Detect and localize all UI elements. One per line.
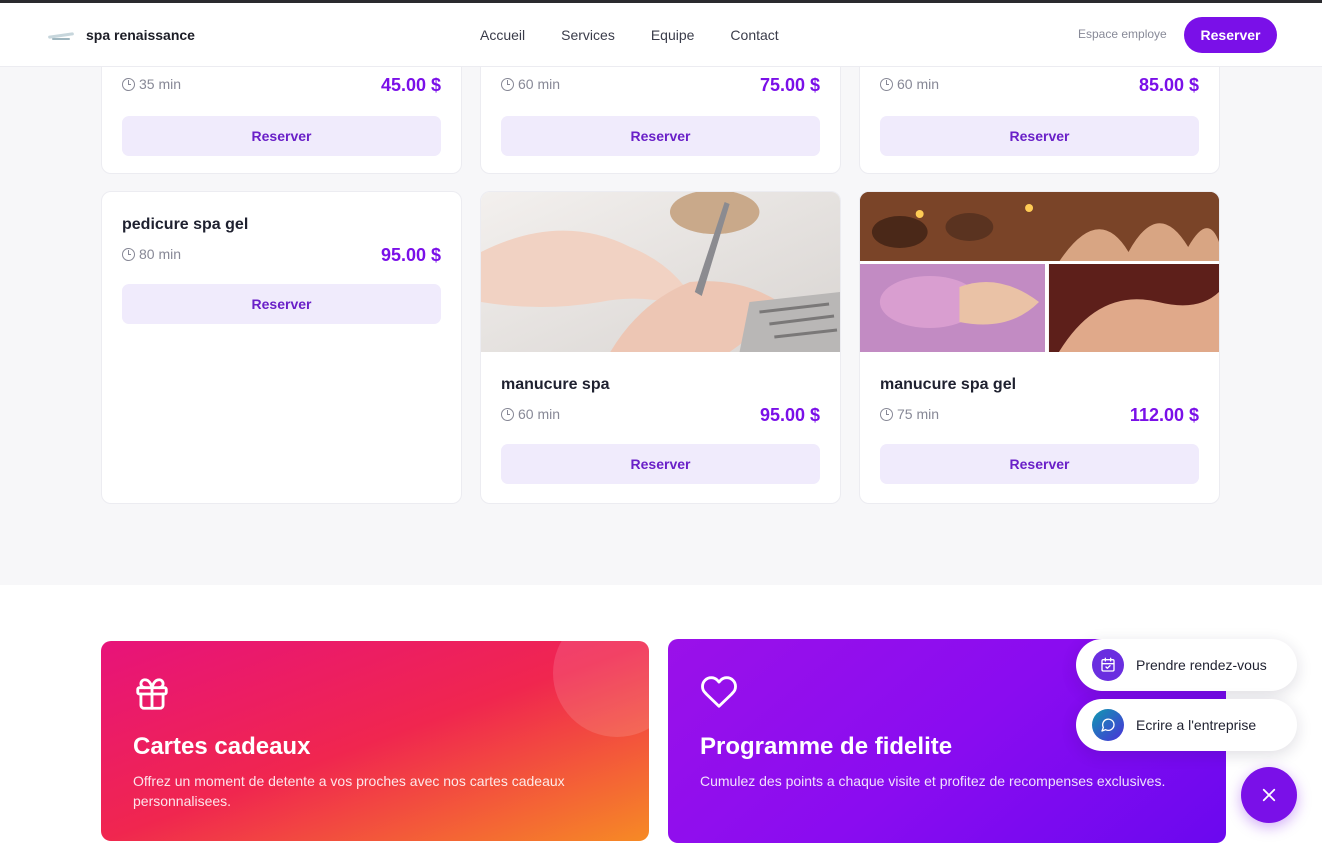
employee-space-link[interactable]: Espace employe	[1078, 27, 1167, 41]
service-card: manucure spa gel 75 min 112.00 $ Reserve…	[859, 191, 1220, 504]
brand[interactable]: spa renaissance	[47, 3, 195, 67]
loyalty-description: Cumulez des points a chaque visite et pr…	[700, 773, 1166, 789]
header-reserve-button[interactable]: Reserver	[1184, 17, 1277, 53]
reserve-service-button[interactable]: Reserver	[880, 116, 1199, 156]
service-title: manucure spa gel	[880, 376, 1017, 393]
reserve-service-button[interactable]: Reserver	[122, 284, 441, 324]
service-image	[481, 192, 840, 352]
book-appointment-label: Prendre rendez-vous	[1136, 657, 1267, 673]
nav-services[interactable]: Services	[561, 27, 615, 43]
service-image	[860, 192, 1219, 352]
nav-contact[interactable]: Contact	[730, 27, 778, 43]
service-price: 95.00 $	[759, 405, 820, 425]
book-appointment-action[interactable]: Prendre rendez-vous	[1076, 639, 1297, 691]
clock-icon	[122, 77, 135, 91]
brand-name: spa renaissance	[86, 27, 195, 43]
reserve-service-button[interactable]: Reserver	[501, 444, 820, 484]
service-duration: 80 min	[122, 246, 181, 262]
service-price: 112.00 $	[1129, 405, 1199, 425]
service-duration: 60 min	[501, 76, 560, 92]
service-duration: 60 min	[501, 406, 560, 422]
gift-card-promo[interactable]: Cartes cadeaux Offrez un moment de deten…	[101, 641, 649, 841]
nav-equipe[interactable]: Equipe	[651, 27, 695, 43]
close-icon	[1262, 788, 1276, 802]
main-nav: Accueil Services Equipe Contact	[480, 3, 779, 67]
service-card: manucure spa 60 min 95.00 $ Reserver	[480, 191, 841, 504]
calendar-check-icon	[1092, 649, 1124, 681]
close-floating-menu-button[interactable]	[1241, 767, 1297, 823]
service-price: 45.00 $	[380, 75, 441, 95]
message-business-label: Ecrire a l'entreprise	[1136, 717, 1257, 733]
service-price: 95.00 $	[380, 245, 441, 265]
service-title: manucure spa	[501, 376, 610, 393]
decorative-circle	[553, 641, 649, 737]
reserve-service-button[interactable]: Reserver	[501, 116, 820, 156]
loyalty-title: Programme de fidelite	[700, 733, 953, 760]
message-business-action[interactable]: Ecrire a l'entreprise	[1076, 699, 1297, 751]
service-title: pedicure spa gel	[122, 216, 249, 233]
gift-card-title: Cartes cadeaux	[133, 733, 311, 760]
clock-icon	[501, 77, 514, 91]
spa-logo	[47, 28, 75, 42]
service-price: 85.00 $	[1138, 75, 1199, 95]
reserve-service-button[interactable]: Reserver	[122, 116, 441, 156]
service-duration: 35 min	[122, 76, 181, 92]
chat-bubble-icon	[1092, 709, 1124, 741]
nav-accueil[interactable]: Accueil	[480, 27, 525, 43]
service-duration: 75 min	[880, 406, 939, 422]
service-price: 75.00 $	[759, 75, 820, 95]
site-header: spa renaissance Accueil Services Equipe …	[0, 3, 1322, 67]
heart-icon	[701, 676, 737, 708]
gift-icon	[136, 678, 168, 710]
clock-icon	[122, 247, 135, 261]
service-card: pedicure spa gel 80 min 95.00 $ Reserver	[101, 191, 462, 504]
gift-card-description: Offrez un moment de detente a vos proche…	[133, 773, 565, 809]
clock-icon	[880, 77, 893, 91]
service-duration: 60 min	[880, 76, 939, 92]
reserve-service-button[interactable]: Reserver	[880, 444, 1199, 484]
clock-icon	[880, 407, 893, 421]
clock-icon	[501, 407, 514, 421]
